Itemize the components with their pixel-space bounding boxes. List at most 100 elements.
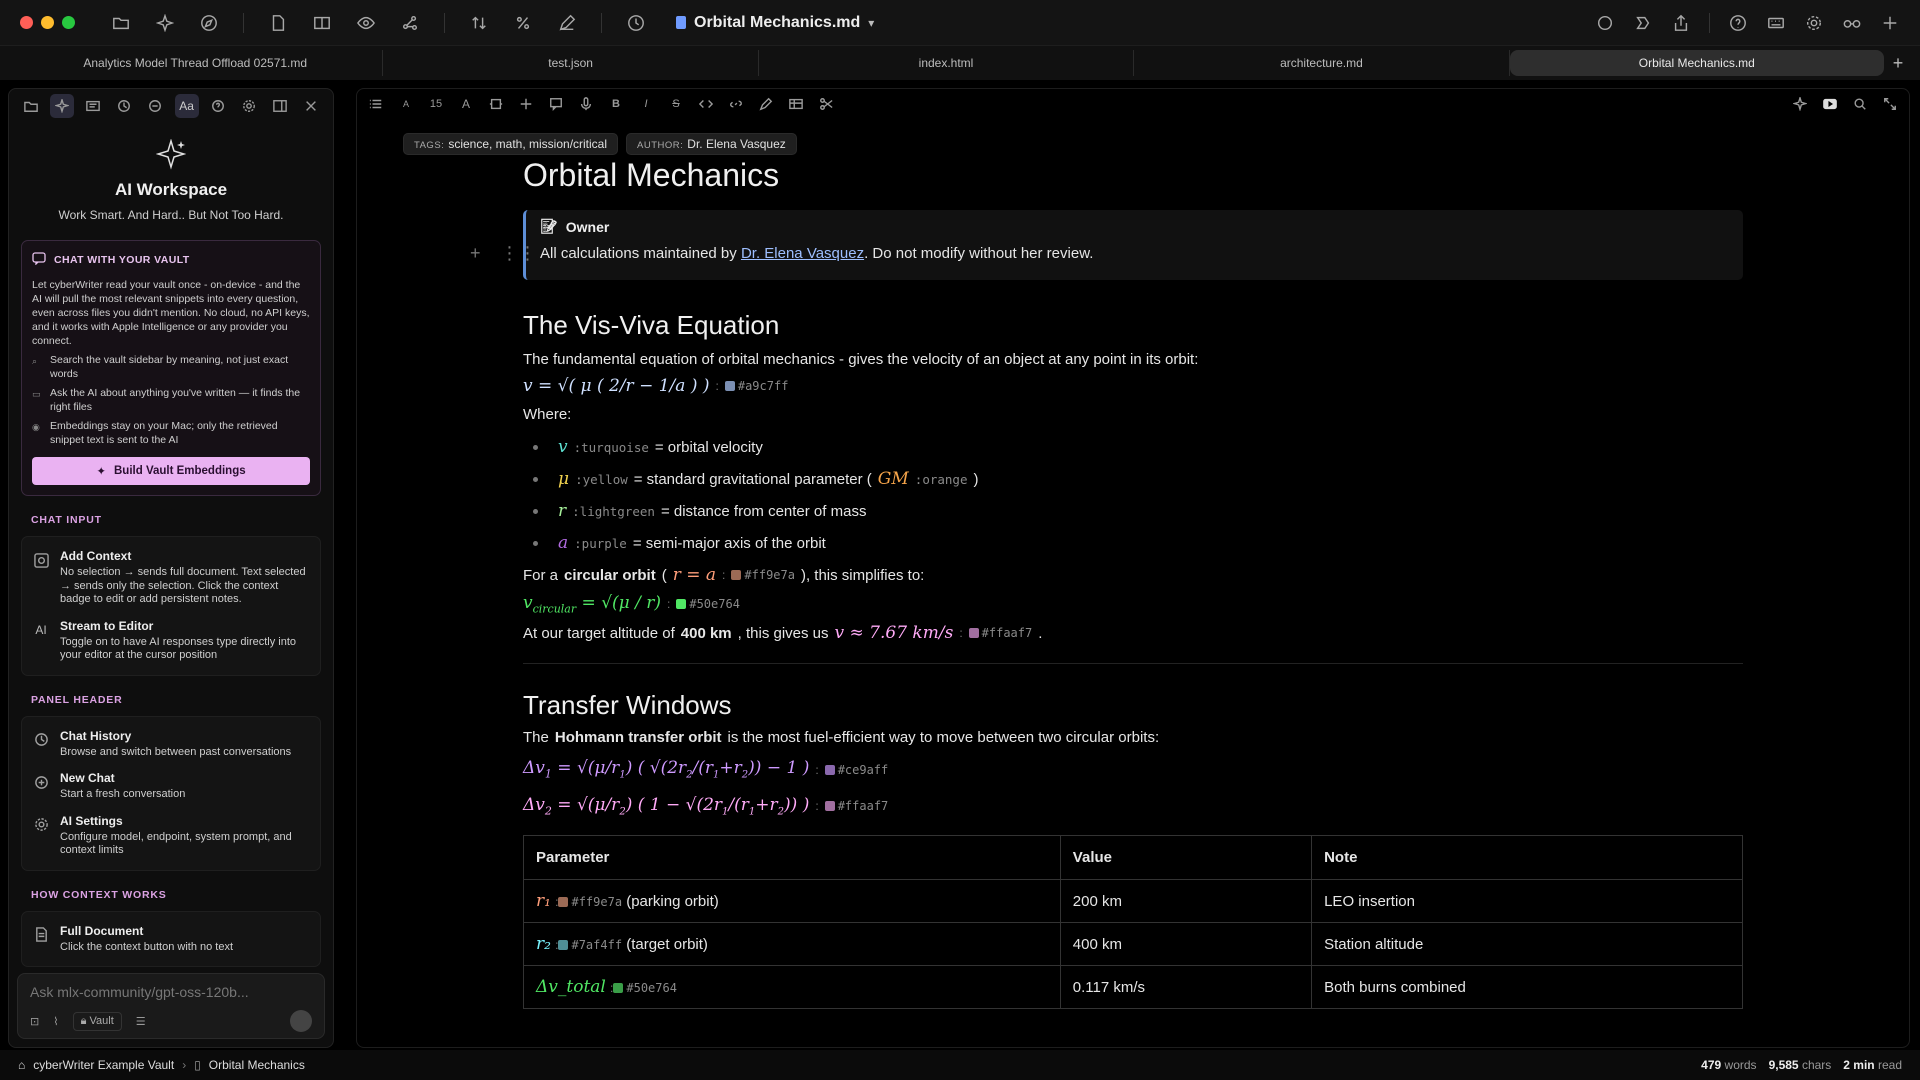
build-vault-embeddings-button[interactable]: ✦ Build Vault Embeddings [32, 457, 310, 485]
document-icon [32, 926, 50, 944]
help-row-chat-history: Chat History Browse and switch between pa… [32, 723, 310, 766]
search-icon[interactable] [1853, 97, 1867, 111]
expand-icon[interactable] [1883, 97, 1897, 111]
delta-v1-equation: Δv1 = √(μ/r1) ( √(2r2/(r1+r2)) − 1 ) : #… [523, 758, 889, 781]
help-icon[interactable] [206, 94, 230, 118]
document-content[interactable]: Orbital Mechanics + ⋮⋮ 📝︎ Owner All calcu… [470, 157, 1743, 1010]
circle-status-icon[interactable] [1595, 13, 1615, 33]
tab-label: test.json [548, 56, 593, 70]
close-window-button[interactable] [20, 16, 33, 29]
callout-title: 📝︎ Owner [540, 218, 1729, 235]
hex-value: #50e764 [689, 597, 740, 612]
v-circular-formula: vcircular = √(μ / r) [523, 593, 661, 616]
play-preview-icon[interactable] [1823, 97, 1837, 111]
owner-link[interactable]: Dr. Elena Vasquez [741, 245, 864, 262]
split-view-icon[interactable] [312, 13, 332, 33]
highlight-pen-icon[interactable] [759, 97, 773, 111]
font-increase-button[interactable]: A [459, 97, 473, 111]
drag-handle-icon[interactable]: ⋮⋮ [501, 243, 537, 264]
close-icon[interactable] [299, 94, 323, 118]
sparkle-icon[interactable] [155, 13, 175, 33]
link-icon[interactable] [729, 97, 743, 111]
italic-button[interactable]: I [639, 98, 653, 110]
list-item: r:lightgreen = distance from center of ma… [523, 495, 1743, 527]
list-options-icon[interactable]: ☰ [136, 1015, 146, 1028]
gear-icon[interactable] [237, 94, 261, 118]
chat-bubble-icon[interactable] [143, 94, 167, 118]
history-icon[interactable] [112, 94, 136, 118]
help-row-new-chat: New Chat Start a fresh conversation [32, 765, 310, 808]
strikethrough-button[interactable]: S [669, 98, 683, 110]
add-block-plus-icon[interactable]: + [470, 243, 481, 264]
hex-value: #ff9e7a [744, 568, 795, 582]
author-chip[interactable]: AUTHOR: Dr. Elena Vasquez [626, 133, 797, 155]
table-icon[interactable] [789, 97, 803, 111]
var-symbol: r [558, 501, 567, 521]
color-swatch-hex: #ce9aff [824, 763, 888, 777]
document-icon[interactable] [268, 13, 288, 33]
tab-test-json[interactable]: test.json [383, 50, 759, 76]
breadcrumb-vault[interactable]: cyberWriter Example Vault [33, 1058, 174, 1072]
compass-icon[interactable] [199, 13, 219, 33]
transfer-text-pre: The [523, 729, 549, 747]
gear-icon[interactable] [1804, 13, 1824, 33]
breadcrumb-doc[interactable]: Orbital Mechanics [209, 1058, 305, 1072]
callout-title-text: Owner [565, 218, 610, 235]
keyboard-icon[interactable] [1766, 13, 1786, 33]
font-decrease-button[interactable]: A [399, 99, 413, 109]
new-plus-icon[interactable] [1880, 13, 1900, 33]
comment-icon[interactable] [549, 97, 563, 111]
percent-icon[interactable] [513, 13, 533, 33]
attach-paperclip-icon[interactable]: ⌇ [53, 1015, 58, 1028]
chat-input-box[interactable]: Ask mlx-community/gpt-oss-120b... ⊡ ⌇ 🔒︎… [17, 973, 325, 1039]
tab-orbital-mechanics[interactable]: Orbital Mechanics.md [1509, 50, 1885, 76]
vault-card-heading: CHAT WITH YOUR VAULT [32, 251, 310, 268]
chat-input-placeholder[interactable]: Ask mlx-community/gpt-oss-120b... [30, 984, 312, 1000]
document-title-menu[interactable]: Orbital Mechanics.md ▾ [676, 14, 874, 32]
build-embeddings-label: Build Vault Embeddings [114, 465, 246, 477]
panel-toggle-icon[interactable] [268, 94, 292, 118]
help-icon[interactable] [1728, 13, 1748, 33]
width-toggle-icon[interactable] [489, 97, 503, 111]
add-tab-button[interactable]: + [1884, 53, 1912, 74]
publish-icon[interactable] [1633, 13, 1653, 33]
section-label-how-context-works: HOW CONTEXT WORKS [31, 888, 167, 901]
history-icon[interactable] [626, 13, 646, 33]
ai-sparkle-icon[interactable] [50, 94, 75, 118]
folder-icon[interactable] [19, 94, 43, 118]
tab-index-html[interactable]: index.html [759, 50, 1135, 76]
font-size-value[interactable]: 15 [429, 98, 443, 110]
zoom-window-button[interactable] [62, 16, 75, 29]
folder-icon[interactable] [111, 13, 131, 33]
reading-glasses-icon[interactable] [1842, 13, 1862, 33]
tab-analytics-model[interactable]: Analytics Model Thread Offload 02571.md [8, 50, 384, 76]
context-icon[interactable]: ⊡ [30, 1015, 39, 1028]
char-count-unit: chars [1801, 1058, 1832, 1072]
tags-chip[interactable]: TAGS: science, math, mission/critical [403, 133, 619, 155]
share-icon[interactable] [1671, 13, 1691, 33]
list-format-icon[interactable] [369, 97, 383, 111]
bold-button[interactable]: B [609, 98, 623, 110]
author-value: Dr. Elena Vasquez [687, 137, 786, 151]
pen-icon[interactable] [557, 13, 577, 33]
code-icon[interactable] [699, 97, 713, 111]
word-count: 479 words [1701, 1058, 1756, 1072]
outline-icon[interactable] [81, 94, 105, 118]
scissors-icon[interactable] [819, 97, 833, 111]
minimize-window-button[interactable] [41, 16, 54, 29]
lock-icon: 🔒︎ [80, 1014, 87, 1027]
ai-sparkle-icon[interactable] [1793, 97, 1807, 111]
send-button[interactable] [290, 1010, 312, 1032]
vault-toggle-chip[interactable]: 🔒︎ Vault [72, 1011, 122, 1031]
window-controls [20, 16, 75, 29]
tab-architecture[interactable]: architecture.md [1134, 50, 1510, 76]
preview-eye-icon[interactable] [356, 13, 376, 33]
section-label-panel-header: PANEL HEADER [31, 693, 123, 706]
sort-icon[interactable] [469, 13, 489, 33]
microphone-icon[interactable] [579, 97, 593, 111]
hex-value: #ffaaf7 [981, 626, 1033, 641]
font-aa-icon[interactable]: Aa [174, 94, 199, 118]
var-color-name: :lightgreen [572, 503, 655, 519]
graph-icon[interactable] [400, 13, 420, 33]
insert-plus-icon[interactable] [519, 97, 533, 111]
